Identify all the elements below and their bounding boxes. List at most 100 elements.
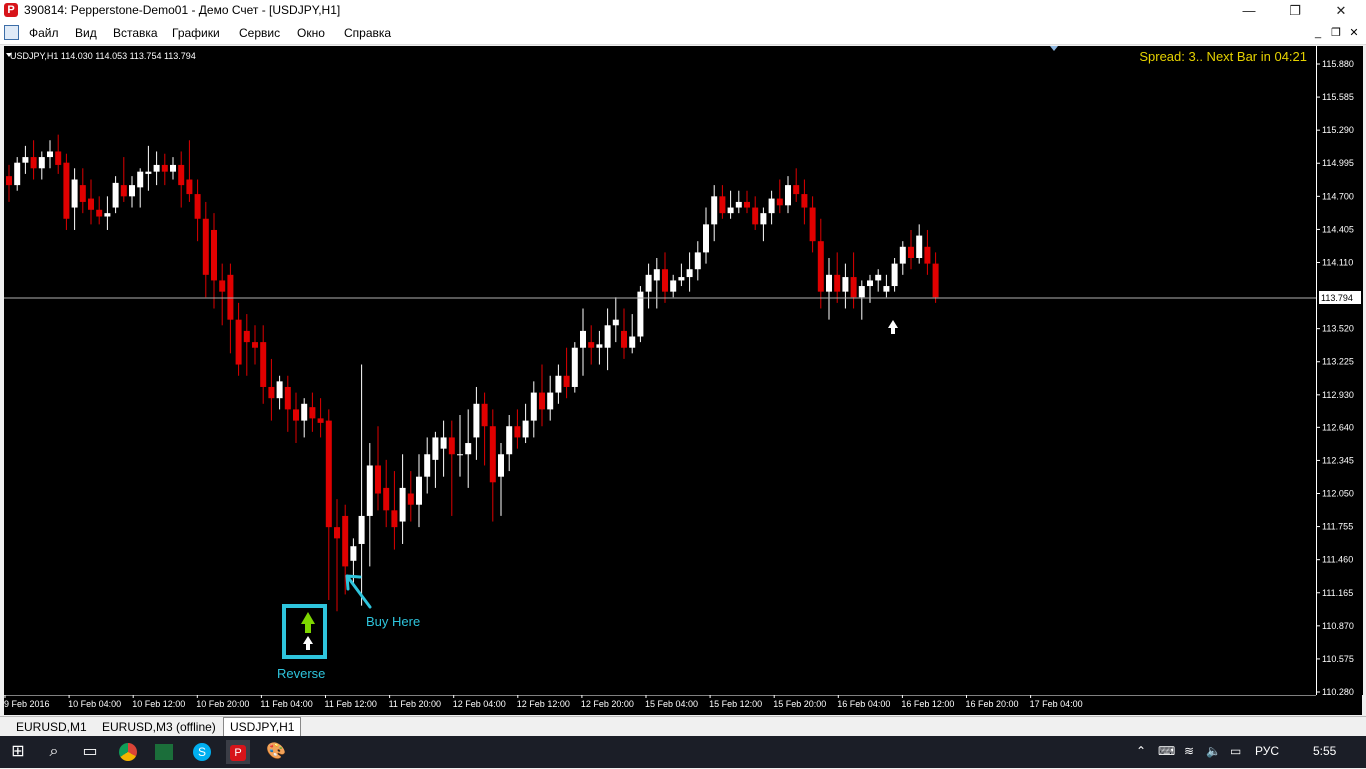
candle-body — [916, 235, 923, 259]
reverse-arrow-icon — [301, 612, 315, 633]
chart-area[interactable]: USDJPY,H1 114.030 114.053 113.754 113.79… — [4, 46, 1316, 695]
candle-body — [457, 454, 463, 456]
candle-body — [858, 286, 865, 298]
time-tick-label: 11 Feb 20:00 — [389, 699, 441, 709]
clock[interactable]: 5:55 — [1313, 744, 1336, 758]
tray-chevron-icon[interactable]: ⌃ — [1136, 744, 1146, 758]
candle-body — [653, 269, 660, 281]
candle-body — [563, 375, 570, 387]
candle-body — [481, 403, 488, 427]
candle-body — [498, 454, 504, 477]
candle-body — [63, 162, 70, 219]
candle-body — [375, 465, 381, 494]
menu-window[interactable]: Окно — [297, 26, 325, 40]
task-view-icon[interactable]: ▭ — [78, 740, 102, 764]
price-tick-label: 113.225 — [1322, 357, 1354, 367]
candle-body — [834, 274, 841, 292]
time-tick-label: 11 Feb 04:00 — [260, 699, 312, 709]
candle-body — [817, 241, 824, 292]
candle-body — [662, 269, 668, 292]
window-title: 390814: Pepperstone-Demo01 - Демо Счет -… — [24, 3, 341, 17]
tab-usdjpy-h1[interactable]: USDJPY,H1 — [223, 717, 302, 737]
candle-body — [785, 185, 791, 206]
candle-body — [243, 330, 250, 343]
metatrader-icon[interactable] — [152, 740, 176, 764]
price-tick-label: 112.640 — [1322, 422, 1354, 432]
candle-body — [867, 280, 873, 287]
candle-body — [202, 218, 209, 275]
candle-body — [309, 407, 316, 419]
price-tick-label: 111.165 — [1322, 588, 1353, 598]
candlestick-chart: USDJPY,H1 114.030 114.053 113.754 113.79… — [4, 46, 1316, 681]
candle-body — [768, 198, 775, 214]
tray-keyboard-icon[interactable]: ⌨ — [1158, 744, 1175, 758]
price-tick-label: 114.995 — [1322, 158, 1354, 168]
chrome-icon[interactable] — [116, 740, 140, 764]
search-icon[interactable]: ⌕ — [42, 740, 66, 764]
candle-body — [219, 280, 226, 292]
tab-eurusd-m1[interactable]: EURUSD,M1 — [10, 718, 93, 736]
candle-body — [760, 213, 767, 225]
candle-body — [186, 179, 193, 195]
spread-info: Spread: 3.. Next Bar in 04:21 — [1139, 49, 1307, 64]
menu-insert[interactable]: Вставка — [113, 26, 158, 40]
paint-icon[interactable]: 🎨 — [264, 740, 288, 764]
candle-body — [170, 164, 176, 172]
candle-body — [178, 164, 185, 186]
price-tick-label: 112.930 — [1322, 390, 1354, 400]
menu-file[interactable]: Файл — [29, 26, 59, 40]
candle-body — [391, 510, 398, 528]
time-axis[interactable]: 9 Feb 2016 10 Feb 04:00 10 Feb 12:00 10 Feb… — [4, 694, 1362, 715]
volume-icon[interactable]: 🔈 — [1206, 744, 1221, 758]
candle-body — [793, 185, 800, 195]
notification-icon[interactable]: ▭ — [1230, 744, 1241, 758]
price-axis[interactable]: 115.880 115.585 115.290 114.995 114.700 114.4… — [1316, 46, 1363, 697]
candle-body — [629, 336, 636, 348]
tab-eurusd-m3[interactable]: EURUSD,M3 (offline) — [96, 718, 222, 736]
price-tick-label: 114.405 — [1322, 224, 1354, 234]
wifi-icon[interactable]: ≋ — [1184, 744, 1194, 758]
child-minimize-button[interactable]: _ — [1310, 25, 1326, 41]
close-button[interactable]: ✕ — [1318, 0, 1364, 22]
price-tick-label: 114.110 — [1322, 257, 1353, 267]
reverse-label: Reverse — [277, 666, 325, 681]
candle-body — [826, 274, 832, 292]
candle-body — [6, 176, 12, 186]
reverse-signal-box — [282, 604, 327, 659]
maximize-button[interactable]: ❐ — [1272, 0, 1318, 22]
candle-body — [924, 246, 931, 264]
candle-body — [383, 487, 390, 511]
child-restore-button[interactable]: ❐ — [1328, 25, 1344, 41]
input-language[interactable]: РУС — [1255, 744, 1279, 758]
child-close-button[interactable]: ✕ — [1346, 25, 1362, 41]
skype-icon[interactable]: S — [190, 740, 214, 764]
candle-body — [407, 493, 414, 505]
candle-body — [416, 476, 422, 505]
time-tick-label: 15 Feb 04:00 — [645, 699, 698, 709]
candle-body — [670, 280, 677, 292]
price-tick-label: 115.585 — [1322, 92, 1354, 102]
start-windows-icon[interactable]: ⊞ — [6, 740, 30, 764]
candle-body — [448, 437, 455, 455]
candle-body — [473, 403, 480, 438]
candle-body — [342, 515, 349, 567]
menu-help[interactable]: Справка — [344, 26, 391, 40]
candle-body — [694, 252, 701, 270]
candle-body — [875, 274, 882, 281]
menu-tools[interactable]: Сервис — [239, 26, 280, 40]
candle-body — [678, 277, 685, 281]
menu-view[interactable]: Вид — [75, 26, 97, 40]
candle-body — [153, 164, 160, 172]
minimize-button[interactable]: — — [1226, 0, 1272, 22]
candle-body — [366, 465, 373, 516]
candle-body — [850, 277, 857, 298]
price-tick-label: 113.520 — [1322, 324, 1354, 334]
candle-body — [932, 263, 939, 298]
candle-body — [301, 403, 308, 421]
chart-window-icon[interactable] — [4, 25, 19, 40]
candle-body — [14, 162, 21, 186]
menu-charts[interactable]: Графики — [172, 26, 220, 40]
candle-body — [580, 330, 586, 348]
pepperstone-taskbar-icon[interactable]: P — [226, 740, 250, 764]
time-tick-label: 15 Feb 20:00 — [773, 699, 826, 709]
